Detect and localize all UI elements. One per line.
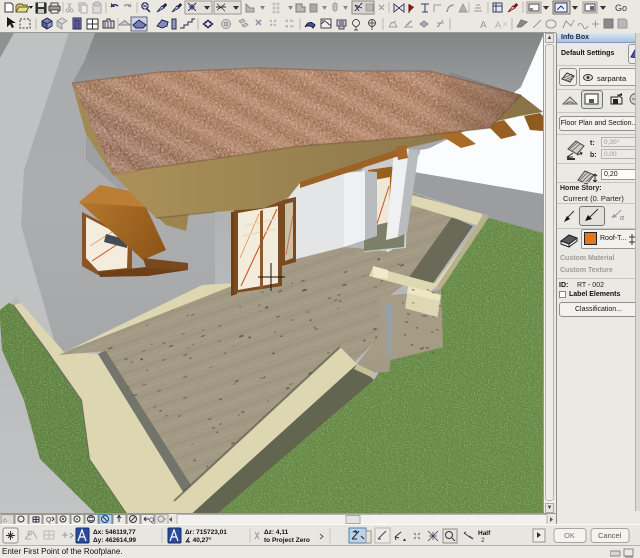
svg-text:Q: Q [46, 517, 52, 524]
svg-text:2: 2 [481, 537, 485, 544]
svg-text:Cancel: Cancel [598, 531, 622, 540]
svg-text:Δy: 462614,99: Δy: 462614,99 [93, 537, 136, 544]
svg-text:Δx: 546119,77: Δx: 546119,77 [93, 529, 136, 536]
svg-text:Δz: 4,11: Δz: 4,11 [264, 529, 289, 536]
svg-text:OK: OK [564, 531, 575, 540]
svg-text:Δr: 715723,01: Δr: 715723,01 [185, 529, 227, 536]
svg-text:Go: Go [615, 3, 627, 13]
svg-text:A: A [480, 20, 487, 31]
svg-text:to Project Zero: to Project Zero [264, 537, 310, 544]
svg-text:A: A [495, 20, 501, 30]
svg-text:α: α [620, 215, 625, 222]
svg-text:▲: ▲ [402, 537, 407, 543]
svg-text:∡ 40,27°: ∡ 40,27° [185, 536, 212, 544]
svg-text:Half: Half [478, 530, 491, 537]
svg-text:Q: Q [149, 517, 154, 524]
